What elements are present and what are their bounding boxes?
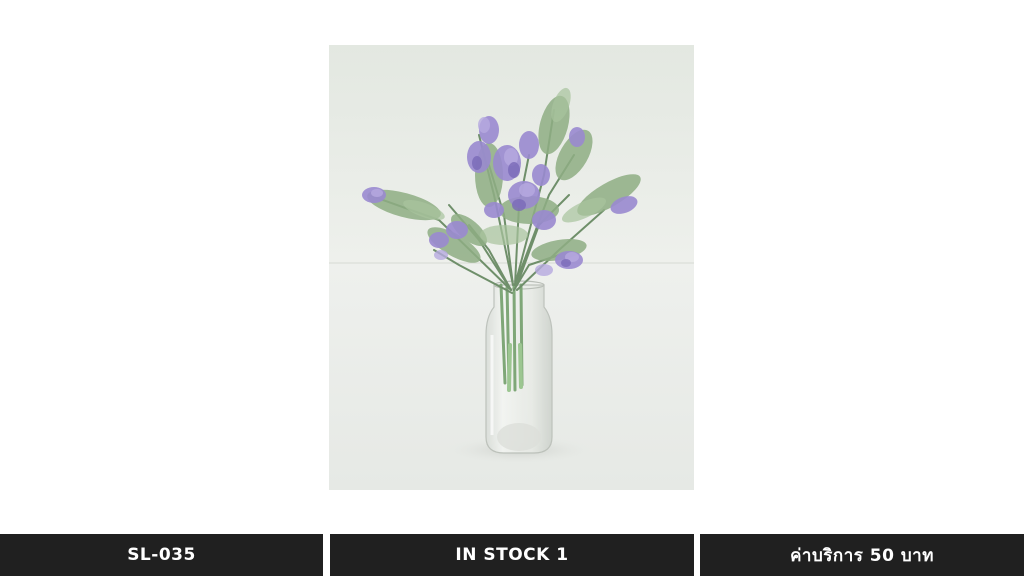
stock-label: IN STOCK 1 xyxy=(455,545,569,565)
sku-label: SL-035 xyxy=(127,545,196,565)
sku-bar: SL-035 xyxy=(0,534,323,576)
price-label: ค่าบริการ 50 บาท xyxy=(790,545,934,566)
price-bar: ค่าบริการ 50 บาท xyxy=(700,534,1024,576)
stock-bar: IN STOCK 1 xyxy=(330,534,694,576)
product-photo xyxy=(329,45,694,490)
